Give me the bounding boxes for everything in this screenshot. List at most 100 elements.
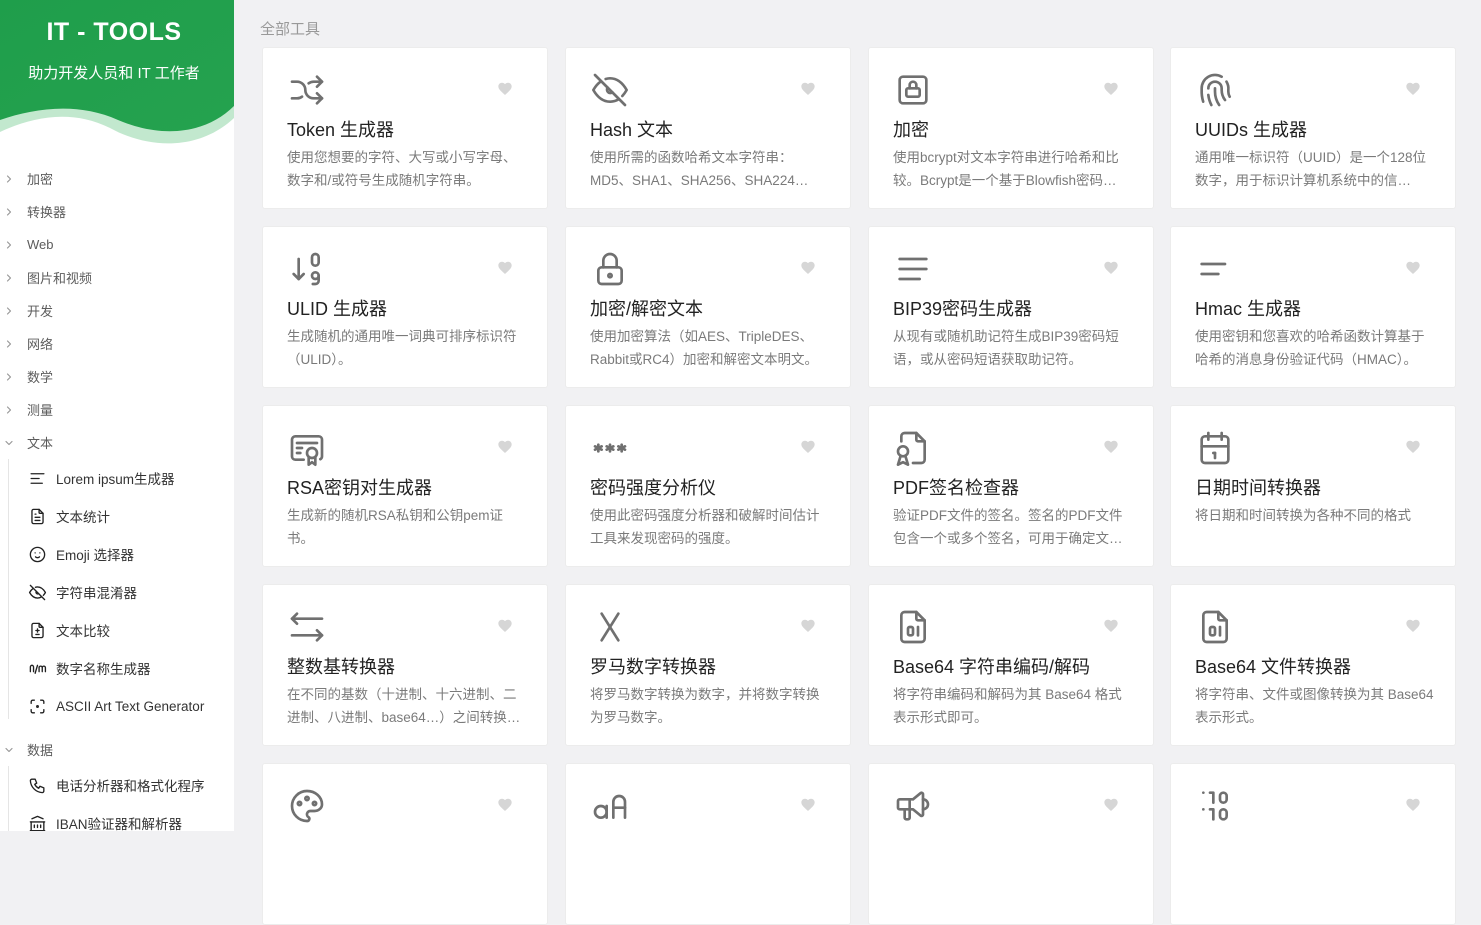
tool-card-title: ULID 生成器: [287, 299, 388, 319]
sidebar-group[interactable]: 文本: [0, 426, 234, 459]
sidebar-item-label: ASCII Art Text Generator: [56, 698, 205, 714]
tool-card[interactable]: 加密/解密文本 使用加密算法（如AES、TripleDES、Rabbit或RC4）…: [565, 226, 851, 388]
favorite-heart-icon[interactable]: [1405, 439, 1421, 455]
tool-card[interactable]: 加密 使用bcrypt对文本字符串进行哈希和比较。Bcrypt是一个基于Blowf…: [868, 47, 1154, 209]
favorite-heart-icon[interactable]: [1405, 81, 1421, 97]
favorite-heart-icon[interactable]: [1103, 618, 1119, 634]
favorite-heart-icon[interactable]: [1103, 439, 1119, 455]
calendar-icon: [1195, 428, 1235, 468]
tool-card-title: Token 生成器: [287, 120, 395, 140]
sidebar-item-label: 数字名称生成器: [56, 662, 151, 677]
favorite-heart-icon[interactable]: [1405, 797, 1421, 813]
sidebar-group-label: 图片和视频: [27, 271, 93, 286]
favorite-heart-icon[interactable]: [1405, 260, 1421, 276]
favorite-heart-icon[interactable]: [497, 797, 513, 813]
favorite-heart-icon[interactable]: [800, 81, 816, 97]
chevron-right-icon: [4, 174, 14, 184]
favorite-heart-icon[interactable]: [800, 618, 816, 634]
tool-card[interactable]: BIP39密码生成器 从现有或随机助记符生成BIP39密码短语，或从密码短语获取助…: [868, 226, 1154, 388]
palette-icon: [287, 786, 327, 826]
tool-card[interactable]: Base64 文件转换器 将字符串、文件或图像转换为其 Base64 表示形式。: [1170, 584, 1456, 746]
sidebar-group[interactable]: 测量: [0, 393, 234, 426]
tool-card-description: 使用加密算法（如AES、TripleDES、Rabbit或RC4）加密和解密文本…: [590, 329, 819, 367]
chevron-right-icon: [4, 207, 14, 217]
favorite-heart-icon[interactable]: [497, 618, 513, 634]
sidebar-group[interactable]: 加密: [0, 162, 234, 195]
tool-card[interactable]: [1170, 763, 1456, 925]
sort-numeric-icon: [287, 249, 327, 289]
tool-card-description: 使用此密码强度分析器和破解时间估计工具来发现密码的强度。: [590, 508, 820, 546]
file-digit-icon: [1195, 607, 1235, 647]
favorite-heart-icon[interactable]: [497, 439, 513, 455]
favorite-heart-icon[interactable]: [800, 439, 816, 455]
sidebar-group[interactable]: 网络: [0, 327, 234, 360]
phone-icon: [27, 775, 47, 795]
sidebar-group-label: 数据: [27, 743, 54, 758]
sidebar-group-label: 文本: [27, 436, 54, 451]
tool-card-description: 将字符串编码和解码为其 Base64 格式表示形式即可。: [893, 687, 1122, 725]
tool-card[interactable]: 密码强度分析仪 使用此密码强度分析器和破解时间估计工具来发现密码的强度。: [565, 405, 851, 567]
tool-card-description: 在不同的基数（十进制、十六进制、二进制、八进制、base64…）之间转换…: [287, 687, 521, 725]
tool-card[interactable]: [868, 763, 1154, 925]
sidebar-item[interactable]: ASCII Art Text Generator: [0, 687, 234, 725]
sidebar-group-label: 网络: [27, 337, 54, 352]
tool-card[interactable]: Hmac 生成器 使用密钥和您喜欢的哈希函数计算基于哈希的消息身份验证代码（HMA…: [1170, 226, 1456, 388]
tool-card-description: 将字符串、文件或图像转换为其 Base64 表示形式。: [1195, 687, 1434, 725]
sidebar-submenu: 电话分析器和格式化程序 IBAN验证器和解析器: [0, 766, 234, 831]
sidebar-item[interactable]: 电话分析器和格式化程序: [0, 766, 234, 804]
sidebar-item[interactable]: IBAN验证器和解析器: [0, 804, 234, 831]
sidebar-group[interactable]: 数据: [0, 733, 234, 766]
sidebar-item-label: IBAN验证器和解析器: [56, 817, 183, 831]
tool-card[interactable]: RSA密钥对生成器 生成新的随机RSA私钥和公钥pem证书。: [262, 405, 548, 567]
sidebar-item[interactable]: 字符串混淆器: [0, 573, 234, 611]
tool-card[interactable]: Token 生成器 使用您想要的字符、大写或小写字母、数字和/或符号生成随机字符串…: [262, 47, 548, 209]
lock-square-icon: [893, 70, 933, 110]
tool-card[interactable]: 罗马数字转换器 将罗马数字转换为数字，并将数字转换为罗马数字。: [565, 584, 851, 746]
file-text-icon: [27, 506, 47, 526]
focus-icon: [27, 696, 47, 716]
sidebar-group-label: 测量: [27, 403, 54, 418]
sidebar-item[interactable]: Emoji 选择器: [0, 535, 234, 573]
tool-card[interactable]: 整数基转换器 在不同的基数（十进制、十六进制、二进制、八进制、base64…）之间…: [262, 584, 548, 746]
file-digit-icon: [893, 607, 933, 647]
tool-card[interactable]: [262, 763, 548, 925]
fingerprint-icon: [1195, 70, 1235, 110]
sidebar-item-label: 文本统计: [56, 510, 110, 525]
favorite-heart-icon[interactable]: [497, 81, 513, 97]
shuffle-icon: [287, 70, 327, 110]
tool-card[interactable]: Hash 文本 使用所需的函数哈希文本字符串：MD5、SHA1、SHA256、SH…: [565, 47, 851, 209]
favorite-heart-icon[interactable]: [1103, 81, 1119, 97]
favorite-heart-icon[interactable]: [800, 797, 816, 813]
tool-card[interactable]: ULID 生成器 生成随机的通用唯一词典可排序标识符（ULID）。: [262, 226, 548, 388]
sidebar-item[interactable]: 文本统计: [0, 497, 234, 535]
tool-card[interactable]: [565, 763, 851, 925]
favorite-heart-icon[interactable]: [1103, 797, 1119, 813]
brand-title: IT - TOOLS: [46, 18, 182, 46]
sidebar-item[interactable]: Lorem ipsum生成器: [0, 459, 234, 497]
sidebar-item[interactable]: 数字名称生成器: [0, 649, 234, 687]
tool-card[interactable]: UUIDs 生成器 通用唯一标识符（UUID）是一个128位数字，用于标识计算机系…: [1170, 47, 1456, 209]
favorite-heart-icon[interactable]: [1405, 618, 1421, 634]
eye-off-icon: [27, 582, 47, 602]
sidebar-group[interactable]: 图片和视频: [0, 261, 234, 294]
sidebar-item-label: 文本比较: [56, 624, 110, 639]
binary-icon: [1195, 786, 1235, 826]
sidebar-group[interactable]: 转换器: [0, 195, 234, 228]
sidebar-group[interactable]: 开发: [0, 294, 234, 327]
tool-card-description: 使用密钥和您喜欢的哈希函数计算基于哈希的消息身份验证代码（HMAC）。: [1195, 329, 1425, 367]
sidebar-group[interactable]: Web: [0, 228, 234, 261]
sidebar-group[interactable]: 数学: [0, 360, 234, 393]
tool-card[interactable]: 日期时间转换器 将日期和时间转换为各种不同的格式: [1170, 405, 1456, 567]
favorite-heart-icon[interactable]: [497, 260, 513, 276]
tool-card-title: 日期时间转换器: [1195, 478, 1321, 498]
sidebar-item-label: Lorem ipsum生成器: [56, 472, 175, 487]
favorite-heart-icon[interactable]: [1103, 260, 1119, 276]
tool-card-description: 通用唯一标识符（UUID）是一个128位数字，用于标识计算机系统中的信…: [1195, 150, 1427, 188]
tool-card[interactable]: PDF签名检查器 验证PDF文件的签名。签名的PDF文件包含一个或多个签名，可用于…: [868, 405, 1154, 567]
brand-header[interactable]: IT - TOOLS 助力开发人员和 IT 工作者: [0, 0, 234, 160]
sidebar-item[interactable]: 文本比较: [0, 611, 234, 649]
sidebar-item-label: Emoji 选择器: [56, 548, 135, 563]
sidebar: IT - TOOLS 助力开发人员和 IT 工作者 加密 转换器 Web 图片和视频开…: [0, 0, 234, 831]
tool-card[interactable]: Base64 字符串编码/解码 将字符串编码和解码为其 Base64 格式表示形式…: [868, 584, 1154, 746]
favorite-heart-icon[interactable]: [800, 260, 816, 276]
